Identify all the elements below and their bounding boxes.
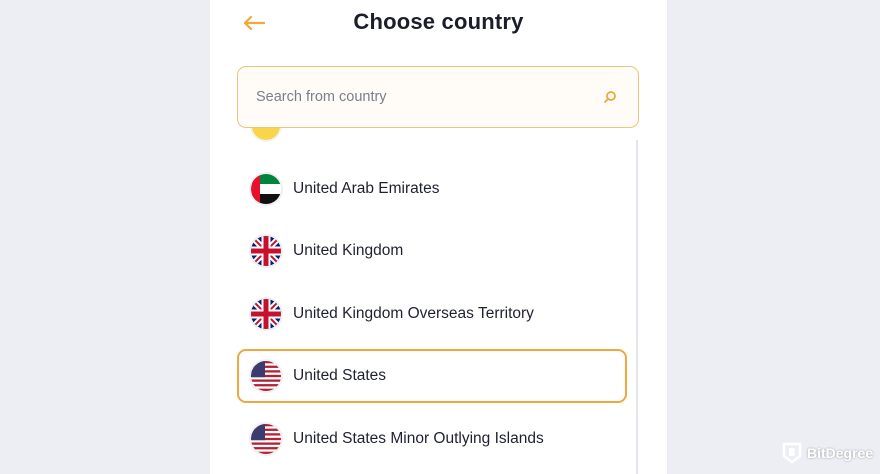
country-name: United Arab Emirates	[293, 180, 440, 197]
us-flag-icon	[251, 361, 281, 391]
country-name: United Kingdom Overseas Territory	[293, 305, 534, 322]
us-flag-icon	[251, 424, 281, 454]
country-item-united-states[interactable]: United States	[237, 349, 627, 403]
country-item-united-kingdom[interactable]: United Kingdom	[237, 224, 627, 278]
page-title: Choose country	[353, 9, 524, 34]
list-scrollbar[interactable]	[636, 140, 638, 474]
country-list[interactable]: United Arab Emirates United Kingdom Unit…	[237, 128, 639, 474]
country-item-uk-overseas-territory[interactable]: United Kingdom Overseas Territory	[237, 287, 627, 341]
partial-flag-icon	[252, 128, 280, 140]
country-name: United Kingdom	[293, 242, 404, 259]
uk-flag-icon	[251, 236, 281, 266]
search-input[interactable]	[256, 89, 600, 105]
country-picker-panel: Choose country United Arab Emirates	[210, 0, 667, 474]
country-name: United States	[293, 367, 387, 384]
bitdegree-shield-icon	[782, 442, 802, 464]
search-icon[interactable]	[600, 87, 620, 107]
country-item-uae[interactable]: United Arab Emirates	[237, 162, 627, 216]
bitdegree-watermark: BitDegree	[782, 442, 873, 464]
country-name: United States Minor Outlying Islands	[293, 430, 544, 447]
uk-flag-icon	[251, 299, 281, 329]
country-item-us-minor-outlying-islands[interactable]: United States Minor Outlying Islands	[237, 412, 627, 466]
watermark-text: BitDegree	[807, 445, 874, 461]
uae-flag-icon	[251, 174, 281, 204]
search-box[interactable]	[237, 66, 639, 128]
